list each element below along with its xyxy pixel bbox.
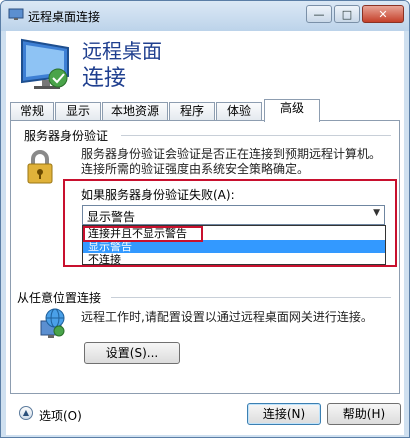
server-auth-description-2: 连接所需的验证强度由系统安全策略确定。 [81, 162, 310, 176]
auth-failure-selected-value: 显示警告 [87, 210, 136, 224]
window-title: 远程桌面连接 [28, 10, 101, 24]
connect-anywhere-heading: 从任意位置连接 [17, 291, 102, 305]
chevron-down-icon: ▼ [373, 208, 380, 218]
server-auth-heading: 服务器身份验证 [24, 129, 109, 143]
monitor-icon [8, 8, 24, 20]
gateway-globe-icon [40, 308, 65, 338]
tab-general[interactable]: 常规 [10, 102, 54, 121]
connect-anywhere-description: 远程工作时,请配置设置以通过远程桌面网关进行连接。 [81, 310, 373, 324]
tab-experience[interactable]: 体验 [216, 102, 262, 121]
header-title-line2: 连接 [82, 66, 127, 91]
gateway-settings-button[interactable]: 设置(S)... [84, 342, 180, 364]
auth-failure-label: 如果服务器身份验证失败(A): [81, 188, 235, 202]
dialog-body: 远程桌面 连接 常规 显示 本地资源 程序 体验 高级 服务器身份验证 服务器身… [6, 31, 404, 435]
padlock-icon [27, 150, 53, 184]
divider [111, 297, 391, 298]
remote-desktop-window: 远程桌面连接 — □ ✕ 远程桌面 连接 常规 显示 本地资源 程序 体验 高级… [0, 0, 410, 438]
server-auth-description-1: 服务器身份验证会验证是否正在连接到预期远程计算机。 [81, 147, 382, 161]
option-do-not-connect[interactable]: 不连接 [83, 253, 385, 266]
option-highlight-frame [83, 226, 203, 242]
options-label[interactable]: 选项(O) [39, 407, 82, 424]
divider [121, 135, 391, 136]
advanced-tab-panel: 服务器身份验证 服务器身份验证会验证是否正在连接到预期远程计算机。 连接所需的验… [10, 120, 400, 394]
tab-programs[interactable]: 程序 [169, 102, 215, 121]
remote-desktop-icon [21, 38, 69, 89]
auth-failure-select[interactable]: 显示警告 ▼ [82, 205, 385, 225]
title-bar[interactable]: 远程桌面连接 — □ ✕ [1, 1, 409, 31]
tab-advanced[interactable]: 高级 [264, 99, 320, 122]
maximize-button[interactable]: □ [334, 5, 360, 23]
tab-display[interactable]: 显示 [55, 102, 101, 121]
help-button[interactable]: 帮助(H) [327, 403, 401, 425]
options-toggle-icon[interactable]: ▲ [19, 406, 33, 420]
minimize-button[interactable]: — [306, 5, 332, 23]
close-button[interactable]: ✕ [362, 5, 404, 23]
tab-local-resources[interactable]: 本地资源 [102, 102, 168, 121]
connect-button[interactable]: 连接(N) [247, 403, 321, 425]
